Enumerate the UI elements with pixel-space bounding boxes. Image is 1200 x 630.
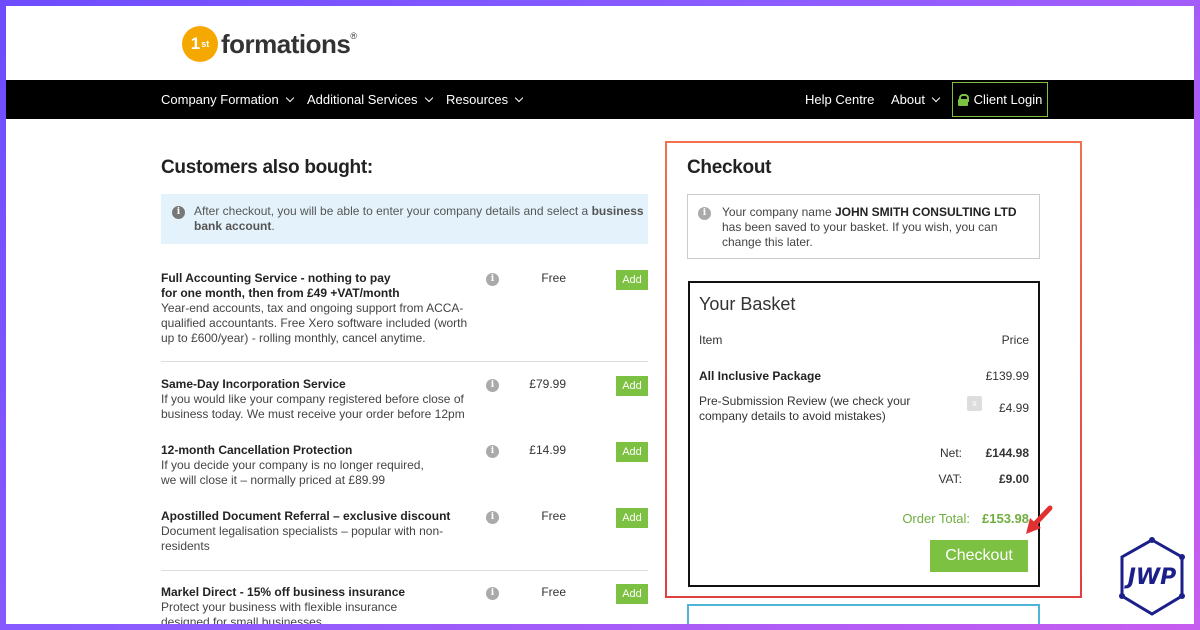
info-icon: i (172, 206, 185, 219)
order-total-value: £153.98 (982, 511, 1029, 526)
add-product-button[interactable]: Add (616, 442, 648, 462)
info-text: After checkout, you will be able to ente… (194, 204, 592, 218)
info-icon: i (698, 207, 711, 220)
vat-label: VAT: (938, 472, 962, 486)
product-title: 12-month Cancellation Protection (161, 443, 353, 457)
main-navigation: Company Formation Additional Services Re… (6, 80, 1194, 119)
order-total-label: Order Total: (902, 511, 970, 526)
nav-about[interactable]: About (891, 80, 941, 119)
info-text-end: . (271, 219, 275, 233)
nav-label: Help Centre (805, 92, 875, 107)
pointer-arrow-icon (1026, 505, 1053, 534)
product-row: Full Accounting Service - nothing to pay… (161, 270, 648, 346)
product-description: Protect your business with flexible insu… (161, 600, 398, 624)
nav-additional-services[interactable]: Additional Services (307, 80, 433, 119)
col-price-header: Price (1001, 333, 1029, 347)
notice-text: Your company name (722, 205, 835, 219)
divider (161, 570, 648, 571)
product-title: Same-Day Incorporation Service (161, 377, 346, 391)
product-price: Free (541, 509, 566, 523)
product-description: If you would like your company registere… (161, 392, 465, 421)
nav-label: About (891, 92, 925, 107)
product-title: Markel Direct - 15% off business insuran… (161, 585, 406, 599)
remove-item-button[interactable]: x (967, 396, 982, 411)
client-login-button[interactable]: Client Login (952, 82, 1048, 117)
lock-icon (957, 93, 969, 106)
product-row: Markel Direct - 15% off business insuran… (161, 584, 648, 624)
nav-resources[interactable]: Resources (446, 80, 524, 119)
net-value: £144.98 (985, 446, 1029, 460)
chevron-down-icon (424, 93, 433, 103)
logo-badge: 1st (182, 26, 218, 62)
product-title: Apostilled Document Referral – exclusive… (161, 509, 451, 523)
chevron-down-icon (285, 93, 295, 103)
product-price: £14.99 (529, 443, 566, 457)
browser-page: 1st formations ® Company Formation Addit… (6, 6, 1194, 624)
col-item-header: Item (699, 333, 723, 347)
basket-item-name: Pre-Submission Review (we check your com… (699, 394, 911, 423)
add-product-button[interactable]: Add (616, 508, 648, 528)
checkout-heading: Checkout (687, 157, 772, 178)
basket-title: Your Basket (699, 294, 796, 314)
product-row: Same-Day Incorporation Service If you wo… (161, 376, 648, 422)
logo-wordmark: formations (221, 28, 351, 59)
site-logo[interactable]: 1st formations ® (182, 23, 357, 65)
notice-text-end: has been saved to your basket. If you wi… (722, 220, 998, 249)
basket-item-price: £4.99 (998, 401, 1029, 415)
basket-item-name: All Inclusive Package (699, 369, 822, 383)
customers-also-bought-heading: Customers also bought: (161, 157, 373, 178)
logo-registered-mark: ® (350, 31, 357, 41)
add-product-button[interactable]: Add (616, 270, 648, 290)
info-icon[interactable]: i (486, 511, 499, 524)
chevron-down-icon (931, 93, 941, 103)
product-title: Full Accounting Service - nothing to pay… (161, 271, 400, 300)
product-price: Free (541, 585, 566, 599)
company-name-notice: i Your company name JOHN SMITH CONSULTIN… (687, 194, 1040, 259)
net-label: Net: (939, 446, 962, 460)
nav-help-centre[interactable]: Help Centre (805, 80, 874, 119)
product-description: If you decide your company is no longer … (161, 458, 424, 487)
jwp-watermark-text: JWP (1124, 565, 1177, 590)
product-description: Year-end accounts, tax and ongoing suppo… (161, 301, 468, 345)
add-product-button[interactable]: Add (616, 376, 648, 396)
vat-value: £9.00 (998, 472, 1029, 486)
basket-item-price: £139.99 (985, 369, 1029, 383)
product-row: Apostilled Document Referral – exclusive… (161, 508, 648, 554)
info-icon[interactable]: i (486, 587, 499, 600)
product-row: 12-month Cancellation Protection If you … (161, 442, 648, 488)
your-basket-panel: Your Basket Item Price All Inclusive Pac… (688, 281, 1040, 587)
chevron-down-icon (514, 93, 524, 103)
company-name: JOHN SMITH CONSULTING LTD (834, 205, 1017, 219)
add-product-button[interactable]: Add (616, 584, 648, 604)
bank-account-info-box: i After checkout, you will be able to en… (161, 194, 648, 244)
product-description: Document legalisation specialists – popu… (161, 524, 444, 553)
info-icon[interactable]: i (486, 273, 499, 286)
nav-company-formation[interactable]: Company Formation (161, 80, 295, 119)
nav-label: Resources (446, 92, 509, 107)
nav-label: Company Formation (161, 92, 279, 107)
divider (161, 361, 648, 362)
product-price: £79.99 (529, 377, 566, 391)
checkout-button[interactable]: Checkout (930, 540, 1028, 572)
info-icon[interactable]: i (486, 445, 499, 458)
nav-label: Additional Services (307, 92, 418, 107)
next-panel-edge (687, 604, 1040, 624)
jwp-watermark-logo: JWP (1119, 537, 1185, 616)
product-price: Free (541, 271, 566, 285)
client-login-label: Client Login (973, 92, 1043, 107)
info-icon[interactable]: i (486, 379, 499, 392)
